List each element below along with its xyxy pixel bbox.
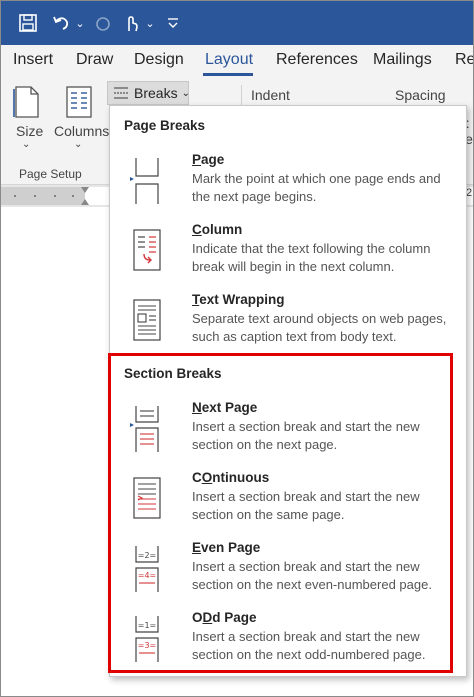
menu-item-odd-page[interactable]: =1= =3= ODd Page Insert a section break a… (110, 610, 466, 678)
odd-page-icon-label-2: =3= (138, 641, 157, 650)
breaks-button[interactable]: Breaks ⌄ (107, 81, 190, 105)
redo-icon (91, 11, 115, 35)
odd-page-title: ODd Page (192, 610, 257, 625)
tab-layout[interactable]: Layout (205, 51, 253, 69)
columns-icon (65, 85, 93, 124)
column-title: Column (192, 222, 243, 237)
tab-draw[interactable]: Draw (76, 51, 113, 69)
tab-mailings[interactable]: Mailings (373, 51, 432, 69)
even-page-icon-label: =2= (138, 551, 157, 560)
indent-label: Indent (251, 87, 290, 103)
next-page-title: Next Page (192, 400, 258, 415)
page-breaks-heading: Page Breaks (124, 118, 206, 133)
odd-page-description: Insert a section break and start the new… (192, 629, 426, 662)
even-page-description: Insert a section break and start the new… (192, 559, 432, 592)
column-break-icon (130, 228, 164, 274)
touch-dropdown-icon[interactable]: ⌄ (143, 11, 157, 35)
undo-icon[interactable] (49, 11, 73, 35)
page-description: Mark the point at which one page ends an… (192, 171, 441, 204)
even-page-title: Even Page (192, 540, 261, 555)
active-tab-indicator (203, 73, 253, 76)
column-description: Indicate that the text following the col… (192, 241, 431, 274)
touch-mode-icon[interactable] (119, 11, 143, 35)
menu-item-text-wrapping[interactable]: Text Wrapping Separate text around objec… (110, 292, 466, 360)
columns-dropdown-icon[interactable]: ⌄ (74, 139, 82, 150)
page-break-icon (130, 158, 164, 204)
text-wrapping-description: Separate text around objects on web page… (192, 311, 447, 344)
next-page-description: Insert a section break and start the new… (192, 419, 420, 452)
menu-item-column[interactable]: Column Indicate that the text following … (110, 222, 466, 290)
breaks-dropdown-menu: Page Breaks Page Mark the point at which… (109, 105, 467, 677)
section-breaks-heading: Section Breaks (124, 366, 222, 381)
continuous-title: COntinuous (192, 470, 270, 485)
columns-button[interactable]: Columns (54, 123, 109, 139)
odd-page-icon-label: =1= (138, 621, 157, 630)
page-setup-group-label: Page Setup (19, 167, 82, 181)
next-page-icon (130, 406, 164, 452)
continuous-description: Insert a section break and start the new… (192, 489, 420, 522)
tab-references[interactable]: References (276, 51, 358, 69)
save-icon[interactable] (15, 11, 41, 35)
size-button[interactable]: Size (16, 123, 43, 139)
size-icon (13, 85, 41, 124)
odd-page-icon: =1= =3= (130, 616, 164, 662)
text-wrapping-icon (130, 298, 164, 344)
spacing-label: Spacing (395, 87, 446, 103)
word-window: ⌄ ⌄ Insert Draw Design Layout References… (0, 0, 474, 697)
even-page-icon-label-2: =4= (138, 571, 157, 580)
breaks-label: Breaks (134, 85, 178, 101)
continuous-icon (130, 476, 164, 522)
size-dropdown-icon[interactable]: ⌄ (22, 139, 30, 150)
breaks-dropdown-icon: ⌄ (181, 87, 190, 99)
tab-design[interactable]: Design (134, 51, 184, 69)
menu-item-next-page[interactable]: Next Page Insert a section break and sta… (110, 400, 466, 468)
even-page-icon: =2= =4= (130, 546, 164, 592)
menu-item-continuous[interactable]: COntinuous Insert a section break and st… (110, 470, 466, 538)
text-wrapping-title: Text Wrapping (192, 292, 285, 307)
tab-review[interactable]: Re (455, 51, 473, 69)
quick-access-toolbar: ⌄ ⌄ (1, 1, 473, 45)
menu-item-even-page[interactable]: =2= =4= Even Page Insert a section break … (110, 540, 466, 608)
undo-dropdown-icon[interactable]: ⌄ (73, 11, 87, 35)
tab-insert[interactable]: Insert (13, 51, 53, 69)
breaks-icon (112, 85, 130, 101)
menu-item-page[interactable]: Page Mark the point at which one page en… (110, 152, 466, 220)
customize-toolbar-icon[interactable] (163, 11, 183, 35)
page-title: Page (192, 152, 225, 167)
